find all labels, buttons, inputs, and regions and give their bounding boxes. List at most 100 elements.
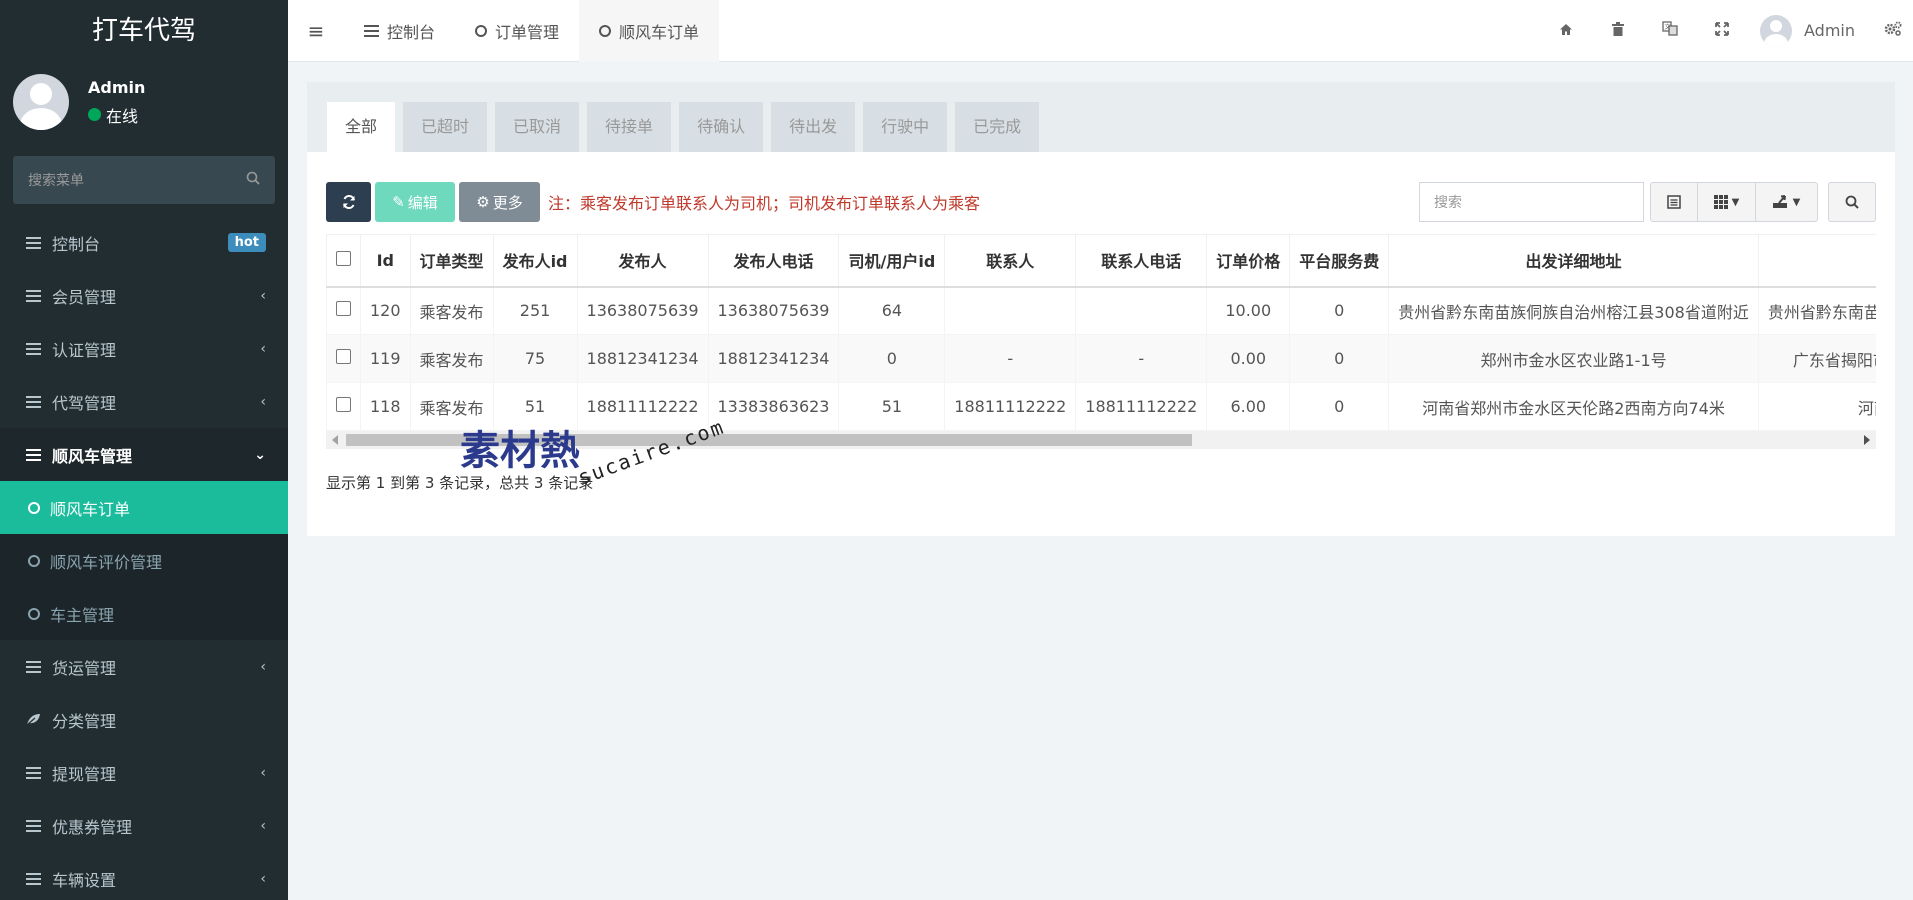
column-header[interactable]: Id xyxy=(360,234,411,288)
more-button-label: 更多 xyxy=(492,193,523,212)
translate-icon[interactable]: 文 xyxy=(1644,21,1696,40)
edit-button-label: 编辑 xyxy=(407,193,438,212)
column-header[interactable]: 出发详细地址 xyxy=(1388,234,1759,288)
tab-order-management[interactable]: 订单管理 xyxy=(455,0,579,62)
sidebar-subitem-label: 车主管理 xyxy=(50,605,115,625)
scroll-left-icon[interactable] xyxy=(332,435,338,445)
carpool-submenu: 顺风车订单 顺风车评价管理 车主管理 xyxy=(0,481,288,640)
list-icon xyxy=(26,872,46,885)
table-cell: 13638075639 xyxy=(576,286,709,335)
card-view-icon xyxy=(1667,195,1681,209)
column-header[interactable]: 订单类型 xyxy=(409,234,494,288)
more-button[interactable]: ⚙ 更多 xyxy=(459,182,540,222)
column-header[interactable]: 发布人id xyxy=(492,234,578,288)
column-header[interactable]: 目的 xyxy=(1757,234,1876,288)
filter-tab-in-progress[interactable]: 行驶中 xyxy=(863,102,948,152)
toggle-view-button[interactable] xyxy=(1650,182,1698,222)
table-cell: 51 xyxy=(838,382,946,431)
brand-title[interactable]: 打车代驾 xyxy=(0,0,288,62)
column-header[interactable]: 发布人 xyxy=(576,234,709,288)
sidebar-search-placeholder: 搜索菜单 xyxy=(28,173,84,189)
online-dot-icon xyxy=(88,108,101,121)
sidebar-search-input[interactable]: 搜索菜单 xyxy=(13,156,275,204)
user-menu[interactable]: Admin xyxy=(1748,14,1873,47)
refresh-button[interactable] xyxy=(326,182,371,222)
table-row[interactable]: 120 乘客发布 251 13638075639 13638075639 64 … xyxy=(326,286,1876,335)
filter-tab-cancelled[interactable]: 已取消 xyxy=(495,102,580,152)
scrollbar-thumb[interactable] xyxy=(346,434,1192,446)
gear-icon: ⚙ xyxy=(476,193,490,211)
table-search-input[interactable]: 搜索 xyxy=(1419,182,1644,222)
filter-tab-completed[interactable]: 已完成 xyxy=(955,102,1040,152)
filter-tab-pending-accept[interactable]: 待接单 xyxy=(587,102,672,152)
row-select-cell xyxy=(326,286,361,335)
sidebar-item-coupons[interactable]: 优惠券管理 ‹ xyxy=(0,799,288,852)
column-header[interactable]: 司机/用户id xyxy=(838,234,946,288)
circle-icon xyxy=(28,501,40,514)
sidebar-item-designated-driving[interactable]: 代驾管理 ‹ xyxy=(0,375,288,428)
table-cell: 0 xyxy=(1289,286,1390,335)
sidebar-item-certification[interactable]: 认证管理 ‹ xyxy=(0,322,288,375)
sidebar-subitem-carpool-reviews[interactable]: 顺风车评价管理 xyxy=(0,534,288,587)
filter-tab-pending-departure[interactable]: 待出发 xyxy=(771,102,856,152)
columns-button[interactable]: ▼ xyxy=(1698,182,1756,222)
sidebar-item-label: 代驾管理 xyxy=(52,393,117,413)
header-actions: 文 Admin xyxy=(1540,0,1913,62)
row-checkbox[interactable] xyxy=(336,301,351,317)
menu-toggle-icon[interactable]: ≡ xyxy=(288,19,344,43)
table-cell: 6.00 xyxy=(1206,382,1291,431)
table-cell: - xyxy=(944,334,1077,383)
filter-tab-pending-confirm[interactable]: 待确认 xyxy=(679,102,764,152)
sidebar-item-members[interactable]: 会员管理 ‹ xyxy=(0,269,288,322)
column-header[interactable]: 平台服务费 xyxy=(1289,234,1390,288)
user-panel: Admin 在线 xyxy=(0,62,288,142)
home-icon[interactable] xyxy=(1540,22,1592,40)
table-cell: 0 xyxy=(1289,382,1390,431)
table-cell: 13638075639 xyxy=(707,286,840,335)
column-header[interactable]: 发布人电话 xyxy=(707,234,840,288)
orders-table-wrapper: Id 订单类型 发布人id 发布人 发布人电话 司机/用户id 联系人 联系人电… xyxy=(326,234,1876,434)
list-icon xyxy=(26,766,46,779)
fullscreen-icon[interactable] xyxy=(1696,21,1748,40)
tab-dashboard[interactable]: 控制台 xyxy=(344,0,455,62)
chevron-left-icon: ‹ xyxy=(260,870,266,887)
row-checkbox[interactable] xyxy=(336,349,351,364)
sidebar-item-dashboard[interactable]: 控制台 hot xyxy=(0,216,288,269)
filter-tab-all[interactable]: 全部 xyxy=(327,102,396,152)
table-cell: 乘客发布 xyxy=(409,382,494,431)
table-row[interactable]: 119 乘客发布 75 18812341234 18812341234 0 - … xyxy=(326,334,1876,383)
sidebar-item-carpool[interactable]: 顺风车管理 ⌄ xyxy=(0,428,288,481)
scroll-right-icon[interactable] xyxy=(1864,435,1870,445)
table-cell: 18811112222 xyxy=(1075,382,1208,431)
sidebar-item-label: 会员管理 xyxy=(52,287,117,307)
sidebar-item-label: 货运管理 xyxy=(52,658,117,678)
row-checkbox[interactable] xyxy=(336,397,351,412)
caret-down-icon: ▼ xyxy=(1792,196,1801,208)
chevron-left-icon: ‹ xyxy=(260,340,266,357)
settings-gears-icon[interactable] xyxy=(1873,21,1913,40)
circle-icon xyxy=(475,24,488,37)
sidebar-item-vehicle-settings[interactable]: 车辆设置 ‹ xyxy=(0,852,288,900)
column-header[interactable]: 订单价格 xyxy=(1206,234,1291,288)
status-filter-tabs: 全部 已超时 已取消 待接单 待确认 待出发 行驶中 已完成 xyxy=(307,82,1895,152)
search-icon[interactable] xyxy=(246,171,260,189)
export-button[interactable]: ▼ xyxy=(1756,182,1818,222)
list-icon xyxy=(26,819,46,832)
select-all-checkbox[interactable] xyxy=(336,250,351,266)
table-row[interactable]: 118 乘客发布 51 18811112222 13383863623 51 1… xyxy=(326,382,1876,431)
sidebar-subitem-carpool-orders[interactable]: 顺风车订单 xyxy=(0,481,288,534)
search-button[interactable] xyxy=(1828,182,1876,222)
chevron-left-icon: ‹ xyxy=(260,287,266,304)
sidebar-subitem-car-owners[interactable]: 车主管理 xyxy=(0,587,288,640)
column-header[interactable]: 联系人电话 xyxy=(1075,234,1208,288)
table-cell: 0 xyxy=(838,334,946,383)
column-header[interactable]: 联系人 xyxy=(944,234,1077,288)
horizontal-scrollbar[interactable] xyxy=(326,431,1876,449)
filter-tab-timeout[interactable]: 已超时 xyxy=(403,102,488,152)
tab-carpool-orders[interactable]: 顺风车订单 xyxy=(579,0,720,62)
sidebar-item-withdrawals[interactable]: 提现管理 ‹ xyxy=(0,746,288,799)
trash-icon[interactable] xyxy=(1592,21,1644,40)
sidebar-item-freight[interactable]: 货运管理 ‹ xyxy=(0,640,288,693)
edit-button[interactable]: ✎ 编辑 xyxy=(375,182,455,222)
sidebar-item-categories[interactable]: 分类管理 xyxy=(0,693,288,746)
